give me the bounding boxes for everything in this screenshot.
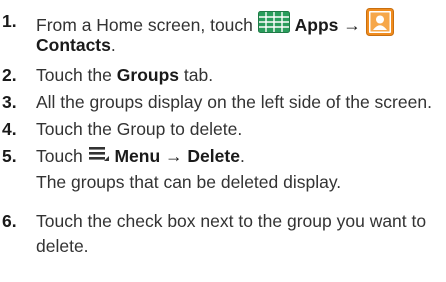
step-number: 4. xyxy=(2,119,17,139)
step-1-period: . xyxy=(110,35,116,55)
step-text: Touch the Groups tab. xyxy=(36,64,446,86)
step-text: Touch the Group to delete. xyxy=(36,119,243,139)
instructions-page: 1. From a Home screen, touch Apps → Cont… xyxy=(0,0,446,282)
step-1-intro: From a Home screen, touch xyxy=(36,15,253,36)
apps-label: Apps xyxy=(294,15,339,36)
groups-tab-label: Groups xyxy=(116,65,179,85)
menu-icon xyxy=(88,144,110,167)
contacts-label: Contacts xyxy=(36,35,111,55)
menu-label: Menu xyxy=(114,146,161,166)
step-6-line-2: delete. xyxy=(36,236,89,256)
step-2-intro: Touch the xyxy=(36,65,112,85)
step-number: 1. xyxy=(2,11,17,31)
step-2-outro: tab. xyxy=(183,65,214,85)
delete-label: Delete xyxy=(187,146,240,166)
step-6-line-1: Touch the check box next to the group yo… xyxy=(36,211,427,231)
step-number: 6. xyxy=(2,211,17,231)
step-1-line-2: Contacts. xyxy=(36,34,446,56)
step-text: All the groups display on the left side … xyxy=(36,92,432,112)
step-5-period: . xyxy=(239,146,245,166)
step-number: 5. xyxy=(2,146,17,166)
step-5-intro: Touch xyxy=(36,146,83,166)
step-5-note: The groups that can be deleted display. xyxy=(36,172,342,192)
arrow-icon: → xyxy=(165,146,183,166)
step-number: 2. xyxy=(2,65,17,85)
step-number: 3. xyxy=(2,92,17,112)
arrow-icon: → xyxy=(343,15,361,36)
step-text: Touch Menu → Delete. xyxy=(36,145,446,169)
